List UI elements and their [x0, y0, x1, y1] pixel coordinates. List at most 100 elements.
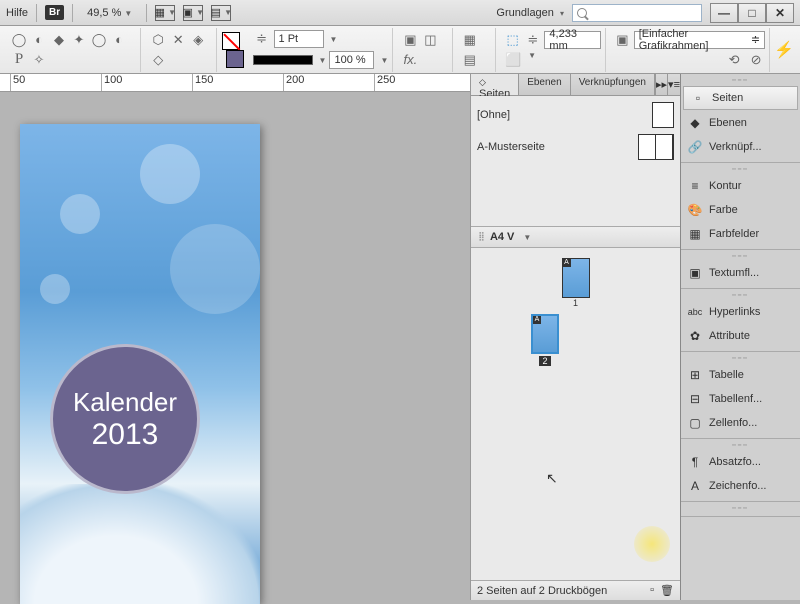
tablestyle-icon: ⊟: [687, 391, 703, 407]
fit-icon[interactable]: ▣: [614, 31, 631, 49]
ruler-horizontal: 50100150200250: [0, 74, 470, 92]
dock-kontur[interactable]: ≡Kontur: [681, 174, 800, 198]
dock-seiten[interactable]: ▫Seiten: [683, 86, 798, 110]
master-thumb[interactable]: [638, 134, 674, 160]
tool-icon[interactable]: ◐: [110, 31, 128, 49]
page-number: 2: [539, 356, 550, 366]
dock-farbfelder[interactable]: ▦Farbfelder: [681, 222, 800, 246]
tab-layers[interactable]: Ebenen: [519, 74, 570, 95]
dock-hyperlinks[interactable]: abcHyperlinks: [681, 300, 800, 324]
link-icon[interactable]: ⟲: [725, 51, 743, 69]
dock-textumfl[interactable]: ▣Textumfl...: [681, 261, 800, 285]
tab-links[interactable]: Verknüpfungen: [571, 74, 655, 95]
tool-icon[interactable]: ✦: [70, 31, 88, 49]
control-toolbar: ◯◐◆✦ ◯◐P✧ ⬡✕ ◈◇ ≑1 Pt▼ ▼100 %▼ ▣◫fx. ▦▤ …: [0, 26, 800, 74]
tool-icon[interactable]: ✕: [169, 31, 187, 49]
right-dock: ┉┉┉ ▫Seiten ◆Ebenen 🔗Verknüpf... ┉┉┉ ≡Ko…: [680, 74, 800, 600]
textwrap-icon: ▣: [687, 265, 703, 281]
minimize-button[interactable]: —: [710, 3, 738, 23]
dock-zellenfo[interactable]: ▢Zellenfo...: [681, 411, 800, 435]
tool-icon[interactable]: ◇: [149, 51, 167, 69]
quick-apply-icon[interactable]: ⚡: [774, 40, 794, 60]
updown-icon[interactable]: ≑: [253, 30, 271, 48]
cellstyle-icon: ▢: [687, 415, 703, 431]
arrange-icon[interactable]: ▤▼: [211, 5, 231, 21]
dock-tabellenf[interactable]: ⊟Tabellenf...: [681, 387, 800, 411]
attribute-icon: ✿: [687, 328, 703, 344]
master-thumb[interactable]: [652, 102, 674, 128]
pages-status: 2 Seiten auf 2 Druckbögen ▫🗑: [471, 580, 680, 600]
panel-collapse-icon[interactable]: ▸▸: [655, 74, 667, 95]
page-thumbnails: A 1 A 2: [471, 248, 680, 580]
stroke-weight-input[interactable]: 1 Pt: [274, 30, 324, 48]
dock-absatzfo[interactable]: ¶Absatzfo...: [681, 450, 800, 474]
pages-panel: ◇ Seiten Ebenen Verknüpfungen ▸▸ ▾≡ [Ohn…: [470, 74, 680, 600]
nudge-input[interactable]: 4,233 mm: [544, 31, 601, 49]
title-badge[interactable]: Kalender 2013: [50, 344, 200, 494]
corner-icon[interactable]: ⬜: [504, 51, 522, 69]
master-none[interactable]: [Ohne]: [477, 109, 510, 121]
canvas[interactable]: 50100150200250 Kalender 2013: [0, 74, 470, 600]
bridge-button[interactable]: Br: [45, 5, 64, 20]
page-thumb-2[interactable]: A: [531, 314, 559, 354]
page-size-bar: ⦙⦙ A4 V▼: [471, 226, 680, 248]
links-icon: 🔗: [687, 139, 703, 155]
page-number: 1: [562, 298, 590, 308]
screen-mode-icon[interactable]: ▣▼: [183, 5, 203, 21]
doc-title-2: 2013: [92, 418, 159, 452]
opacity-input[interactable]: 100 %: [329, 51, 374, 69]
tool-icon[interactable]: ◆: [50, 31, 68, 49]
fill-swatch[interactable]: [222, 32, 240, 50]
master-pages: [Ohne] A-Musterseite: [471, 96, 680, 226]
maximize-button[interactable]: □: [738, 3, 766, 23]
tool-icon[interactable]: ✧: [30, 51, 48, 69]
search-icon: [577, 8, 587, 18]
crop-icon[interactable]: ⬚: [504, 31, 521, 49]
page-thumb-1[interactable]: A: [562, 258, 590, 298]
link-icon[interactable]: ⊘: [747, 51, 765, 69]
object-style-select[interactable]: [Einfacher Grafikrahmen]≑: [634, 31, 765, 49]
tool-icon[interactable]: ⬡: [149, 31, 167, 49]
wrap-icon[interactable]: ▤: [461, 51, 479, 69]
new-page-icon[interactable]: ▫: [650, 584, 654, 597]
grip-icon: ⦙⦙: [479, 231, 484, 244]
dock-zeichenfo[interactable]: AZeichenfo...: [681, 474, 800, 498]
parastyle-icon: ¶: [687, 454, 703, 470]
dock-ebenen[interactable]: ◆Ebenen: [681, 111, 800, 135]
dock-tabelle[interactable]: ⊞Tabelle: [681, 363, 800, 387]
tool-p-icon[interactable]: P: [10, 51, 28, 69]
workspace-switcher[interactable]: Grundlagen ▾: [496, 7, 564, 19]
wrap-icon[interactable]: ▦: [461, 31, 479, 49]
search-input[interactable]: [572, 4, 702, 22]
layers-icon: ◆: [687, 115, 703, 131]
charstyle-icon: A: [687, 478, 703, 494]
page-spread[interactable]: Kalender 2013: [20, 124, 260, 604]
tool-icon[interactable]: ◯: [90, 31, 108, 49]
fx-icon[interactable]: ▣: [401, 31, 419, 49]
pages-icon: ▫: [690, 90, 706, 106]
zoom-level[interactable]: 49,5 %▼: [81, 6, 138, 20]
tool-icon[interactable]: ◈: [189, 31, 207, 49]
help-menu[interactable]: Hilfe: [6, 7, 28, 19]
tool-icon[interactable]: ◯: [10, 31, 28, 49]
page-size-select[interactable]: A4 V: [490, 231, 514, 243]
dock-attribute[interactable]: ✿Attribute: [681, 324, 800, 348]
view-options-icon[interactable]: ▦▼: [155, 5, 175, 21]
dock-farbe[interactable]: 🎨Farbe: [681, 198, 800, 222]
trash-icon[interactable]: 🗑: [660, 584, 674, 597]
stroke-swatch[interactable]: [226, 50, 244, 68]
master-a[interactable]: A-Musterseite: [477, 141, 545, 153]
close-button[interactable]: ✕: [766, 3, 794, 23]
color-icon: 🎨: [687, 202, 703, 218]
dock-verknuepf[interactable]: 🔗Verknüpf...: [681, 135, 800, 159]
stroke-icon: ≡: [687, 178, 703, 194]
doc-title-1: Kalender: [73, 387, 177, 418]
color-swatches[interactable]: [221, 31, 245, 69]
fx-label-icon[interactable]: fx.: [401, 51, 419, 69]
panel-menu-icon[interactable]: ▾≡: [667, 74, 680, 95]
menu-bar: Hilfe Br 49,5 %▼ ▦▼ ▣▼ ▤▼ Grundlagen ▾ —…: [0, 0, 800, 26]
table-icon: ⊞: [687, 367, 703, 383]
fx-icon[interactable]: ◫: [421, 31, 439, 49]
tool-icon[interactable]: ◐: [30, 31, 48, 49]
tab-pages[interactable]: ◇ Seiten: [471, 74, 519, 95]
